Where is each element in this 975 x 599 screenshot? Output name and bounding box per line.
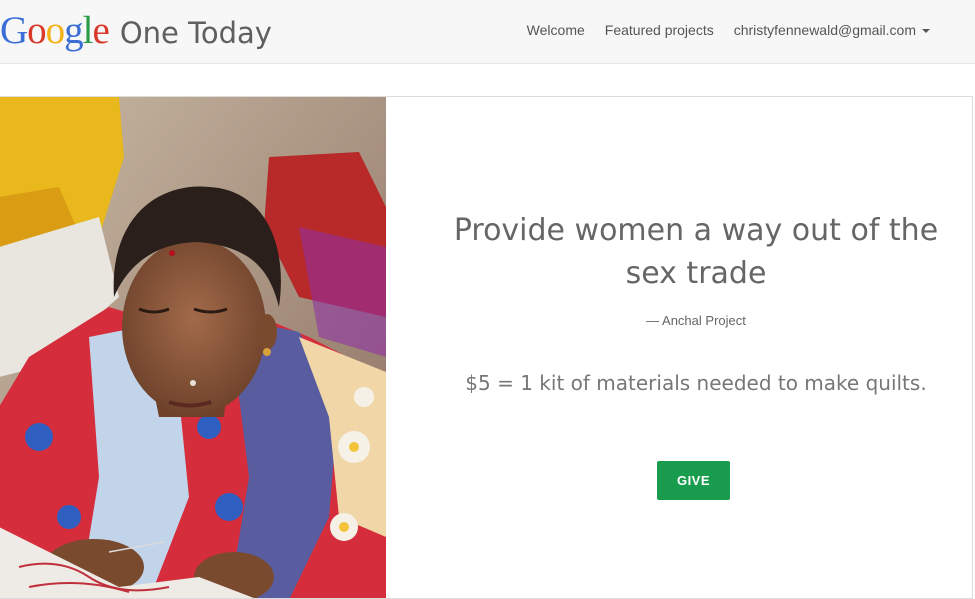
account-email: christyfennewald@gmail.com — [733, 22, 916, 38]
top-navbar: Google One Today Welcome Featured projec… — [0, 0, 975, 64]
product-name: One Today — [119, 16, 272, 50]
project-photo — [0, 97, 386, 598]
caret-down-icon — [922, 29, 930, 33]
logo-letter: g — [64, 9, 83, 52]
project-content: Provide women a way out of the sex trade… — [386, 97, 972, 598]
logo-letter: G — [0, 9, 28, 52]
nav-featured-projects-link[interactable]: Featured projects — [595, 22, 724, 38]
account-menu[interactable]: christyfennewald@gmail.com — [724, 22, 940, 38]
nav-welcome-link[interactable]: Welcome — [517, 22, 595, 38]
project-headline: Provide women a way out of the sex trade — [453, 213, 939, 291]
google-one-today-logo[interactable]: Google One Today — [0, 8, 272, 54]
project-attribution: — Anchal Project — [646, 313, 746, 328]
project-card: Provide women a way out of the sex trade… — [0, 96, 973, 599]
logo-letter: o — [27, 9, 46, 52]
google-wordmark: Google — [0, 8, 110, 54]
donation-offer: $5 = 1 kit of materials needed to make q… — [465, 371, 927, 395]
give-button[interactable]: GIVE — [657, 461, 730, 500]
main-nav: Welcome Featured projects christyfennewa… — [517, 0, 940, 60]
logo-letter: o — [45, 9, 65, 52]
logo-letter: l — [82, 9, 94, 52]
logo-letter: e — [92, 9, 110, 52]
